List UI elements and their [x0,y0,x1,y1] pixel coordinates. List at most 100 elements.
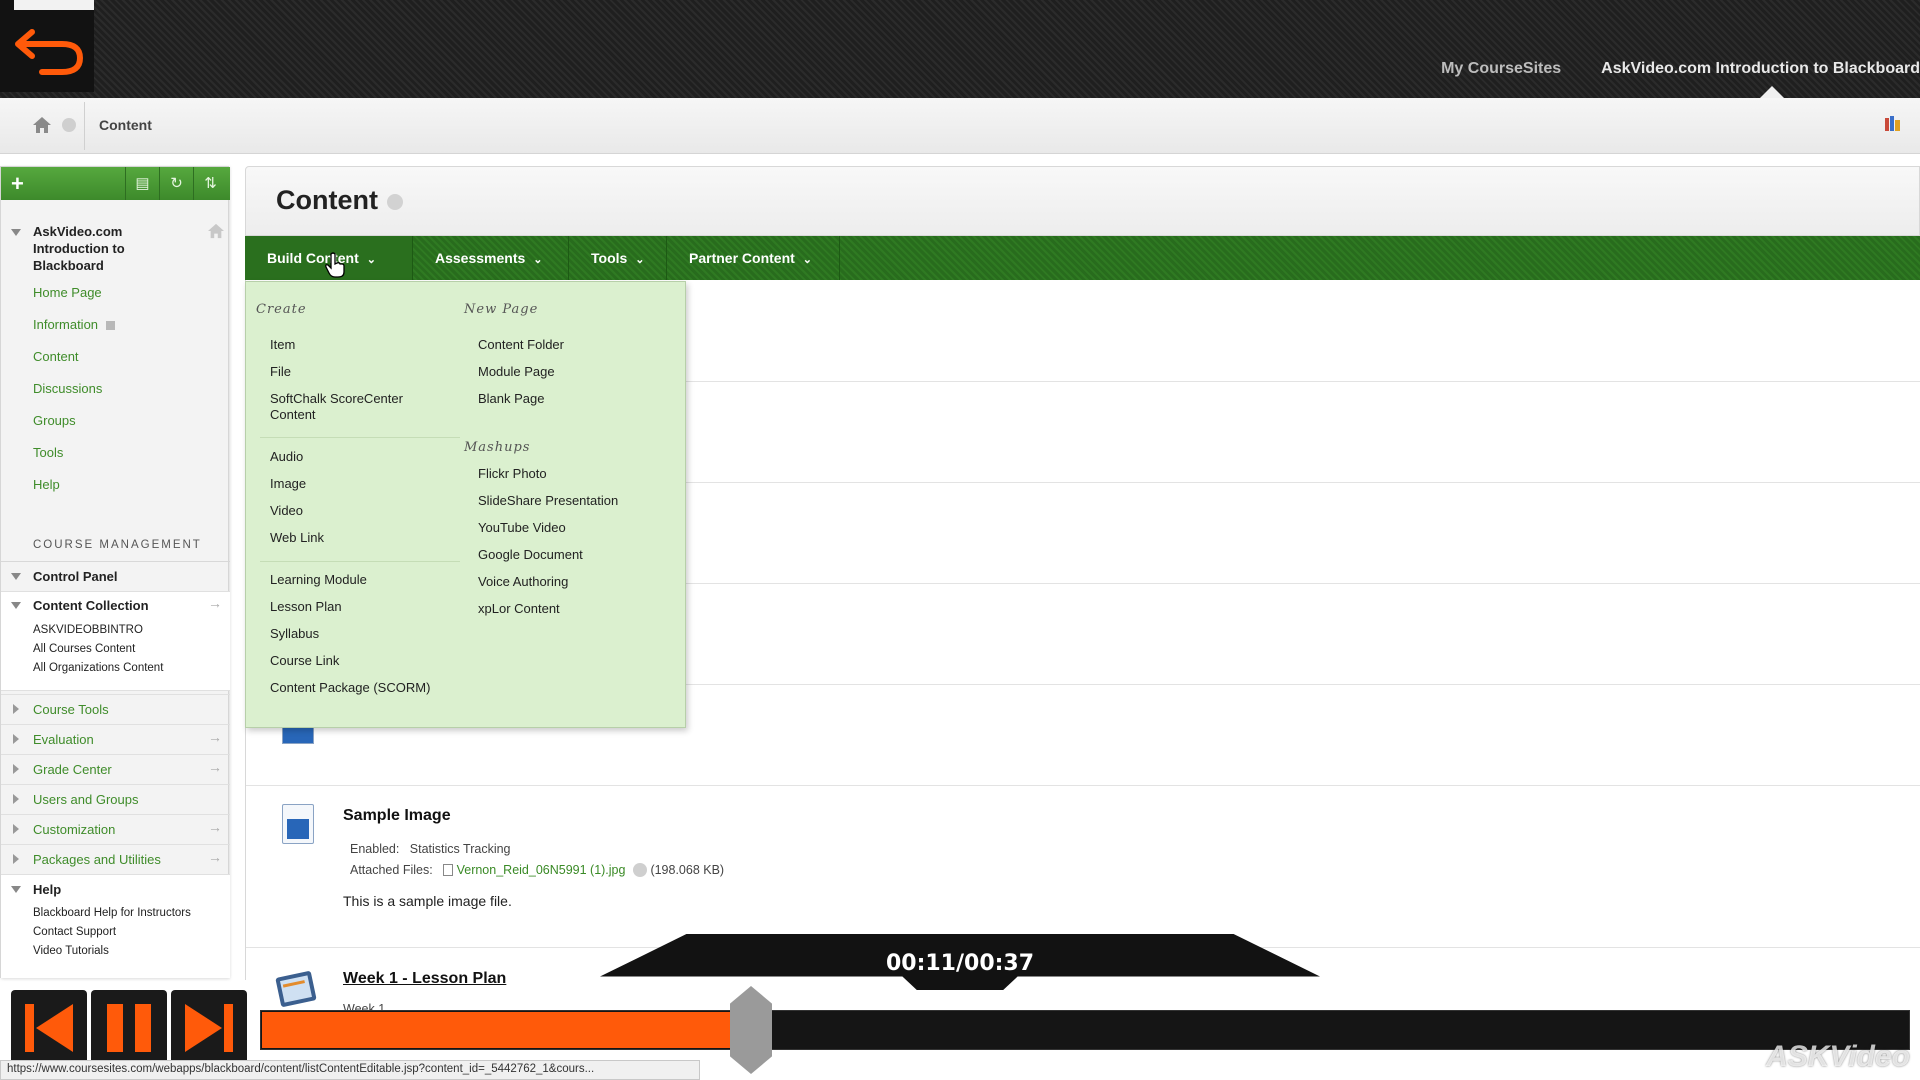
help-sublinks: Blackboard Help for Instructors Contact … [33,904,191,961]
back-button[interactable] [0,0,94,92]
cc-all-courses-content[interactable]: All Courses Content [33,640,163,659]
new-page-heading: New Page [464,302,539,317]
active-tab-caret [1760,86,1784,98]
sample-image-attachments: Attached Files: Vernon_Reid_06N5991 (1).… [350,863,724,877]
divider [84,102,85,150]
menu-item-softchalk[interactable]: SoftChalk ScoreCenter Content [270,391,403,422]
course-tools-label: Course Tools [33,702,109,717]
menu-item-item[interactable]: Item [270,337,295,352]
assessments-button[interactable]: Assessments ⌄ [413,236,569,280]
menu-item-voice-authoring[interactable]: Voice Authoring [478,574,568,589]
previous-button[interactable] [11,990,87,1066]
build-content-menu: Create Item File SoftChalk ScoreCenter C… [245,281,686,728]
users-and-groups-row[interactable]: Users and Groups [1,784,230,814]
mashups-heading: Mashups [464,440,531,455]
timecode: 00:11/00:37 [885,951,1035,976]
breadcrumb-menu-chevron-icon[interactable] [62,118,76,132]
menu-item-help[interactable]: Help [33,477,115,509]
arrow-right-icon: → [208,759,222,775]
top-links: My CourseSites AskVideo.com Introduction… [1441,60,1920,78]
menu-item-information[interactable]: Information [33,317,115,349]
help-label: Help [33,882,62,897]
seek-bar-thumb[interactable] [730,986,772,1074]
menu-item-xplor-content[interactable]: xpLor Content [478,601,560,616]
sample-image-title[interactable]: Sample Image [343,807,451,825]
course-tools-row[interactable]: Course Tools [1,694,230,724]
sample-image-description: This is a sample image file. [343,893,512,909]
sample-image-enabled: Enabled: Statistics Tracking [350,842,511,856]
menu-item-learning-module[interactable]: Learning Module [270,572,367,587]
reorder-icon[interactable]: ⇅ [193,167,227,200]
menu-item-video[interactable]: Video [270,503,303,518]
packages-and-utilities-row[interactable]: Packages and Utilities → [1,844,230,874]
menu-item-image[interactable]: Image [270,476,306,491]
users-and-groups-label: Users and Groups [33,792,139,807]
menu-divider [260,437,460,438]
grade-center-row[interactable]: Grade Center → [1,754,230,784]
enabled-label: Enabled: [350,842,400,856]
menu-item-content-package[interactable]: Content Package (SCORM) [270,680,430,695]
refresh-icon[interactable]: ↻ [159,167,193,200]
partner-content-label: Partner Content [689,250,795,266]
menu-item-slideshare[interactable]: SlideShare Presentation [478,493,618,508]
help-video-tutorials[interactable]: Video Tutorials [33,942,191,961]
help-contact-support[interactable]: Contact Support [33,923,191,942]
my-coursesites-link[interactable]: My CourseSites [1441,60,1561,78]
home-icon[interactable] [32,116,52,134]
page-title: Content [276,185,378,215]
arrow-right-icon: → [208,819,222,835]
menu-item-home-page[interactable]: Home Page [33,285,115,317]
menu-item-audio[interactable]: Audio [270,449,303,464]
menu-item-file[interactable]: File [270,364,291,379]
item-icon-partial [282,726,314,744]
enabled-value: Statistics Tracking [409,842,511,856]
customization-row[interactable]: Customization → [1,814,230,844]
file-options-chevron-icon[interactable] [632,863,647,877]
add-menu-item-button[interactable]: + [11,171,24,197]
title-menu-chevron-icon[interactable] [387,194,403,210]
course-tab-link[interactable]: AskVideo.com Introduction to Blackboard [1601,60,1920,78]
menu-item-youtube-video[interactable]: YouTube Video [478,520,566,535]
seek-bar-progress [262,1012,751,1048]
hand-cursor-icon [325,252,345,278]
control-panel-row[interactable]: Control Panel [1,561,230,591]
arrow-right-icon: → [208,595,222,611]
help-blackboard-instructors[interactable]: Blackboard Help for Instructors [33,904,191,923]
cc-all-organizations-content[interactable]: All Organizations Content [33,659,163,678]
menu-item-course-link[interactable]: Course Link [270,653,339,668]
menu-item-lesson-plan[interactable]: Lesson Plan [270,599,342,614]
course-title[interactable]: AskVideo.com Introduction to Blackboard [33,223,183,274]
expand-triangle-icon [11,573,21,580]
content-header: Content [245,166,1920,236]
screen: { "topnav": { "my_coursesites": "My Cour… [0,0,1920,1080]
partner-content-button[interactable]: Partner Content ⌄ [667,236,840,280]
menu-item-content[interactable]: Content [33,349,115,381]
menu-item-discussions[interactable]: Discussions [33,381,115,413]
week1-lesson-plan-title[interactable]: Week 1 - Lesson Plan [343,970,506,988]
attached-file-link[interactable]: Vernon_Reid_06N5991 (1).jpg [457,863,626,877]
menu-item-information-label: Information [33,317,99,332]
next-button[interactable] [171,990,247,1066]
file-size: (198.068 KB) [650,863,725,877]
menu-item-web-link[interactable]: Web Link [270,530,324,545]
collapse-triangle-icon[interactable] [11,229,21,236]
menu-item-tools[interactable]: Tools [33,445,115,477]
pause-button[interactable] [91,990,167,1066]
menu-divider [260,561,460,562]
folder-view-icon[interactable]: ▤ [125,167,159,200]
tools-button[interactable]: Tools ⌄ [569,236,667,280]
course-home-icon[interactable] [207,223,225,239]
menu-item-flickr-photo[interactable]: Flickr Photo [478,466,547,481]
menu-item-blank-page[interactable]: Blank Page [478,391,545,406]
menu-item-google-document[interactable]: Google Document [478,547,583,562]
content-collection-row[interactable]: Content Collection → [1,591,230,621]
cc-askvideobbintro[interactable]: ASKVIDEOBBINTRO [33,621,163,640]
menu-item-content-folder[interactable]: Content Folder [478,337,564,352]
menu-item-module-page[interactable]: Module Page [478,364,555,379]
content-collection-sublinks: ASKVIDEOBBINTRO All Courses Content All … [33,621,163,678]
menu-item-groups[interactable]: Groups [33,413,115,445]
menu-item-syllabus[interactable]: Syllabus [270,626,319,641]
books-icon[interactable] [1884,116,1902,132]
menu-item-softchalk-line1: SoftChalk ScoreCenter [270,391,403,406]
evaluation-row[interactable]: Evaluation → [1,724,230,754]
